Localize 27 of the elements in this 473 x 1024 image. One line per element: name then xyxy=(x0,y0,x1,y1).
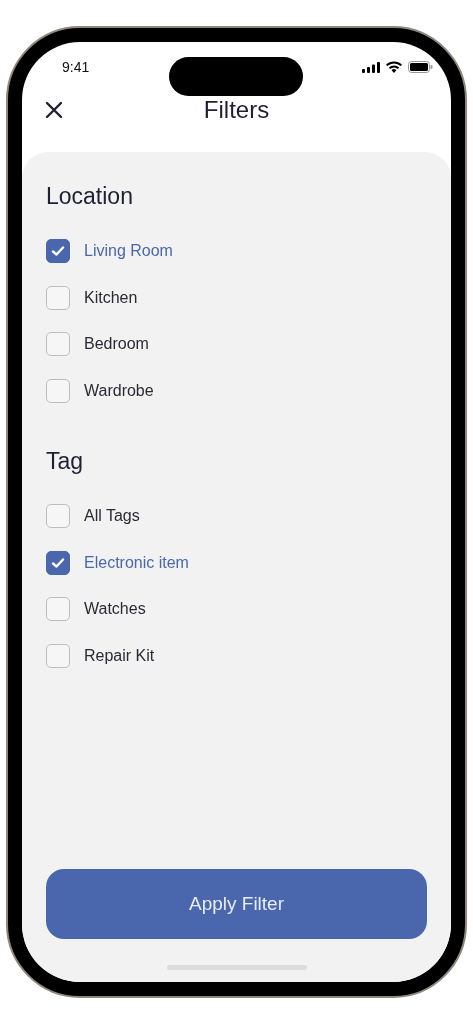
check-icon xyxy=(51,556,65,569)
close-button[interactable] xyxy=(44,100,64,120)
option-label[interactable]: Wardrobe xyxy=(84,381,154,400)
checkbox[interactable] xyxy=(46,285,70,310)
checkbox[interactable] xyxy=(46,550,70,575)
option-label[interactable]: All Tags xyxy=(84,507,140,526)
checkbox[interactable] xyxy=(46,239,70,264)
checkbox[interactable] xyxy=(46,332,70,357)
screen-title: Filters xyxy=(203,96,270,124)
check-icon xyxy=(51,245,65,258)
option-label[interactable]: Electronic item xyxy=(84,553,189,572)
status-time: 9:41 xyxy=(62,59,90,75)
option-label[interactable]: Repair Kit xyxy=(84,646,155,665)
signal-icon xyxy=(362,61,380,73)
checkbox[interactable] xyxy=(46,597,70,622)
section-heading: Tag xyxy=(46,447,85,475)
option-label[interactable]: Living Room xyxy=(84,242,173,261)
apply-filter-button[interactable]: Apply Filter xyxy=(46,869,427,939)
checkbox[interactable] xyxy=(46,504,70,529)
option-label[interactable]: Kitchen xyxy=(84,288,138,307)
option-label[interactable]: Watches xyxy=(84,600,146,619)
battery-icon xyxy=(408,61,433,73)
wifi-icon xyxy=(386,61,402,73)
checkbox[interactable] xyxy=(46,378,70,403)
checkbox[interactable] xyxy=(46,643,70,668)
section-heading: Location xyxy=(46,182,134,210)
option-label[interactable]: Bedroom xyxy=(84,335,149,354)
